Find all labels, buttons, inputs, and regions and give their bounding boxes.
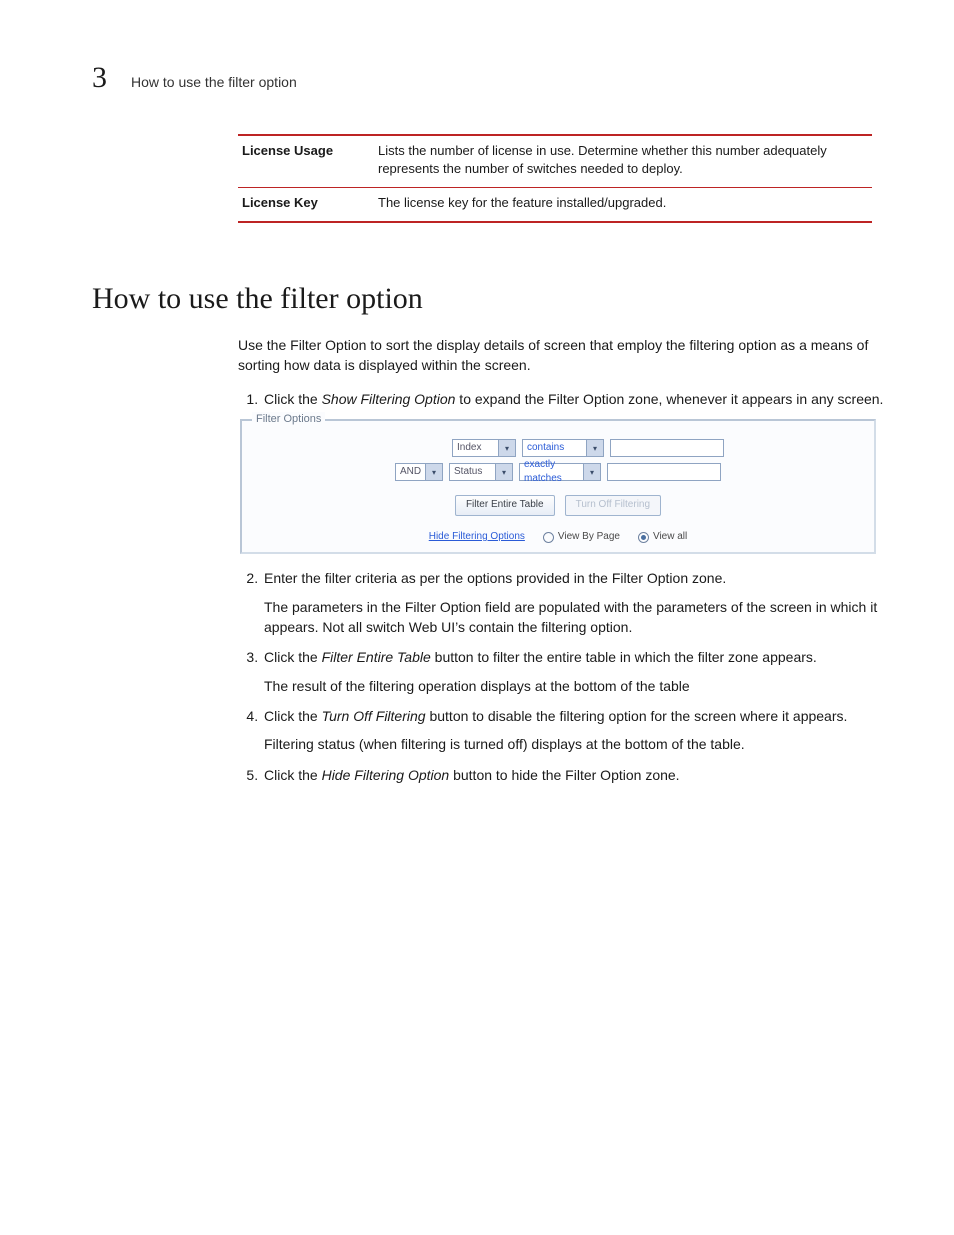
step-text: Click the [264,391,322,407]
step-emphasis: Filter Entire Table [322,649,431,665]
chevron-down-icon: ▾ [586,440,603,456]
step-4: Click the Turn Off Filtering button to d… [262,706,896,755]
operator-select-2[interactable]: exactly matches ▾ [519,463,601,481]
step-text: Click the [264,649,322,665]
view-by-page-radio[interactable]: View By Page [543,530,620,545]
license-usage-desc: Lists the number of license in use. Dete… [374,135,872,188]
license-usage-key: License Usage [238,135,374,188]
step-text: Enter the filter criteria as per the opt… [264,570,726,586]
filter-options-figure: Filter Options Index ▾ contains ▾ [240,419,876,554]
filter-row-2: AND ▾ Status ▾ exactly matches ▾ [395,463,721,481]
filter-options-legend: Filter Options [252,412,325,428]
logic-select-value: AND [400,465,421,480]
operator-select-1-value: contains [527,441,564,456]
table-row: License Key The license key for the feat… [238,188,872,222]
operator-select-2-value: exactly matches [524,458,582,487]
step-note: The parameters in the Filter Option fiel… [264,597,896,638]
step-text: button to filter the entire table in whi… [431,649,817,665]
license-key-desc: The license key for the feature installe… [374,188,872,222]
chapter-number: 3 [92,56,107,100]
chevron-down-icon: ▾ [425,464,442,480]
step-text: button to disable the filtering option f… [426,708,848,724]
step-text: to expand the Filter Option zone, whenev… [455,391,883,407]
chevron-down-icon: ▾ [498,440,515,456]
step-text: button to hide the Filter Option zone. [449,767,679,783]
field-select-2[interactable]: Status ▾ [449,463,513,481]
step-text: Click the [264,708,322,724]
hide-filtering-options-link[interactable]: Hide Filtering Options [429,530,525,545]
license-table: License Usage Lists the number of licens… [238,134,872,224]
value-input-2[interactable] [607,463,721,481]
radio-label: View all [653,530,687,545]
field-select-1[interactable]: Index ▾ [452,439,516,457]
table-row: License Usage Lists the number of licens… [238,135,872,188]
field-select-1-value: Index [457,441,481,456]
step-note: The result of the filtering operation di… [264,676,896,696]
view-all-radio[interactable]: View all [638,530,687,545]
filter-options-panel: Filter Options Index ▾ contains ▾ [240,419,876,554]
turn-off-filtering-button[interactable]: Turn Off Filtering [565,495,661,516]
step-emphasis: Turn Off Filtering [322,708,426,724]
value-input-1[interactable] [610,439,724,457]
step-2: Enter the filter criteria as per the opt… [262,568,896,637]
chevron-down-icon: ▾ [495,464,512,480]
chapter-title: How to use the filter option [131,72,297,92]
license-key-key: License Key [238,188,374,222]
logic-select[interactable]: AND ▾ [395,463,443,481]
step-text: Click the [264,767,322,783]
field-select-2-value: Status [454,465,482,480]
step-emphasis: Show Filtering Option [322,391,456,407]
step-note: Filtering status (when filtering is turn… [264,734,896,754]
step-3: Click the Filter Entire Table button to … [262,647,896,696]
page: 3 How to use the filter option License U… [0,0,954,1235]
section-heading: How to use the filter option [92,277,866,321]
radio-label: View By Page [558,530,620,545]
filter-entire-table-button[interactable]: Filter Entire Table [455,495,555,516]
radio-icon [638,532,649,543]
step-1: Click the Show Filtering Option to expan… [262,389,896,554]
radio-icon [543,532,554,543]
step-5: Click the Hide Filtering Option button t… [262,765,896,785]
operator-select-1[interactable]: contains ▾ [522,439,604,457]
steps-list: Click the Show Filtering Option to expan… [238,389,896,785]
section-intro: Use the Filter Option to sort the displa… [238,335,872,376]
filter-row-1: Index ▾ contains ▾ [392,439,724,457]
chevron-down-icon: ▾ [583,464,600,480]
running-head: 3 How to use the filter option [92,56,866,100]
step-emphasis: Hide Filtering Option [322,767,450,783]
